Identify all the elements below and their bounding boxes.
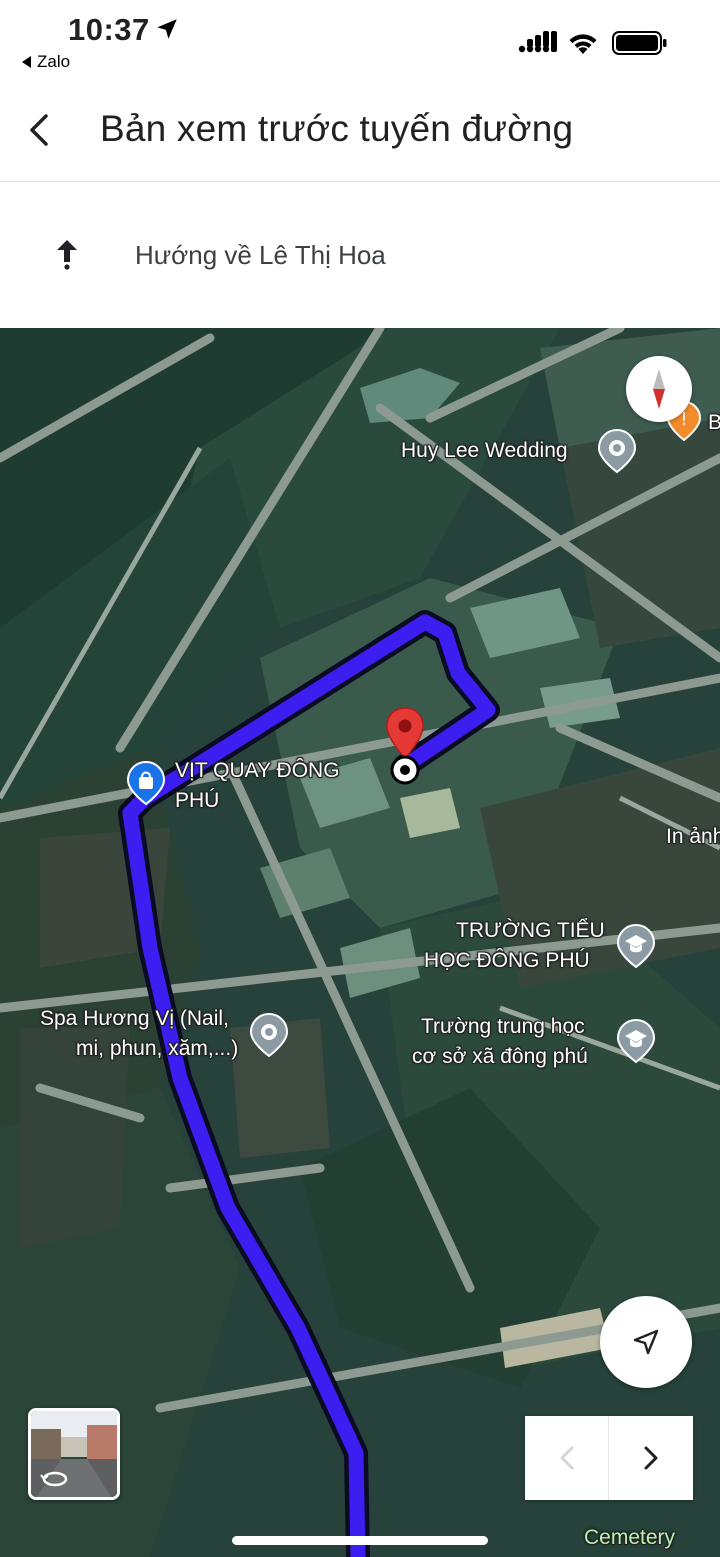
next-step-button[interactable] — [609, 1416, 693, 1500]
signal-icon — [518, 31, 557, 53]
poi-label-truong-thcs-line1[interactable]: Trường trung học — [421, 1014, 585, 1039]
prev-step-button[interactable] — [525, 1416, 609, 1500]
poi-label-vit-quay-line1[interactable]: VỊT QUAY ĐÔNG — [175, 758, 340, 783]
battery-icon — [612, 31, 667, 55]
step-navigation — [525, 1416, 693, 1500]
place-pin-icon[interactable] — [597, 428, 637, 474]
poi-label-truong-tieu-hoc-line1[interactable]: TRƯỜNG TIỂU — [456, 918, 605, 943]
poi-label-truong-tieu-hoc-line2[interactable]: HỌC ĐÔNG PHÚ — [424, 948, 590, 973]
poi-label-in-anh[interactable]: In ảnh — [666, 824, 720, 849]
back-app-label: Zalo — [37, 52, 71, 71]
school-pin-icon[interactable] — [616, 1018, 656, 1064]
place-pin-icon[interactable] — [249, 1012, 289, 1058]
chevron-right-icon — [644, 1446, 658, 1470]
school-pin-icon[interactable] — [616, 923, 656, 969]
shopping-bag-pin-icon[interactable] — [126, 760, 166, 806]
direction-step: Hướng về Lê Thị Hoa — [0, 182, 720, 328]
step-instruction: Hướng về Lê Thị Hoa — [135, 240, 386, 270]
wifi-icon — [569, 34, 597, 54]
arrow-up-icon — [57, 240, 77, 270]
compass-icon — [653, 369, 665, 409]
poi-label-huy-lee-wedding[interactable]: Huy Lee Wedding — [401, 438, 568, 463]
poi-label-truong-thcs-line2[interactable]: cơ sở xã đông phú — [412, 1044, 588, 1069]
recenter-button[interactable] — [600, 1296, 692, 1388]
navigation-arrow-icon — [633, 1329, 659, 1355]
poi-label-spa-line1[interactable]: Spa Hương Vị (Nail, — [40, 1006, 229, 1031]
back-triangle-icon — [22, 55, 31, 68]
location-arrow-icon — [157, 19, 177, 39]
chevron-left-icon — [560, 1446, 574, 1470]
page-title: Bản xem trước tuyến đường — [100, 108, 574, 149]
poi-label-cemetery[interactable]: Cemetery — [584, 1525, 675, 1550]
back-to-app-link[interactable]: Zalo — [22, 52, 70, 72]
back-button[interactable] — [18, 108, 62, 152]
street-view-thumbnail[interactable] — [28, 1408, 120, 1500]
map-view[interactable]: Huy Lee Wedding ! B VỊT QUAY ĐÔNG PHÚ In… — [0, 328, 720, 1557]
compass-button[interactable] — [626, 356, 692, 422]
poi-label-vit-quay-line2[interactable]: PHÚ — [175, 788, 219, 813]
app-header: Bản xem trước tuyến đường — [0, 80, 720, 182]
status-bar: 10:37 Zalo — [0, 0, 720, 80]
poi-label-partial[interactable]: B — [708, 410, 720, 435]
route-endpoint-marker — [390, 755, 420, 785]
home-indicator — [232, 1536, 488, 1545]
street-view-rotate-icon — [40, 1471, 68, 1487]
poi-label-spa-line2[interactable]: mi, phun, xăm,...) — [76, 1036, 238, 1061]
status-time: 10:37 — [68, 12, 150, 47]
